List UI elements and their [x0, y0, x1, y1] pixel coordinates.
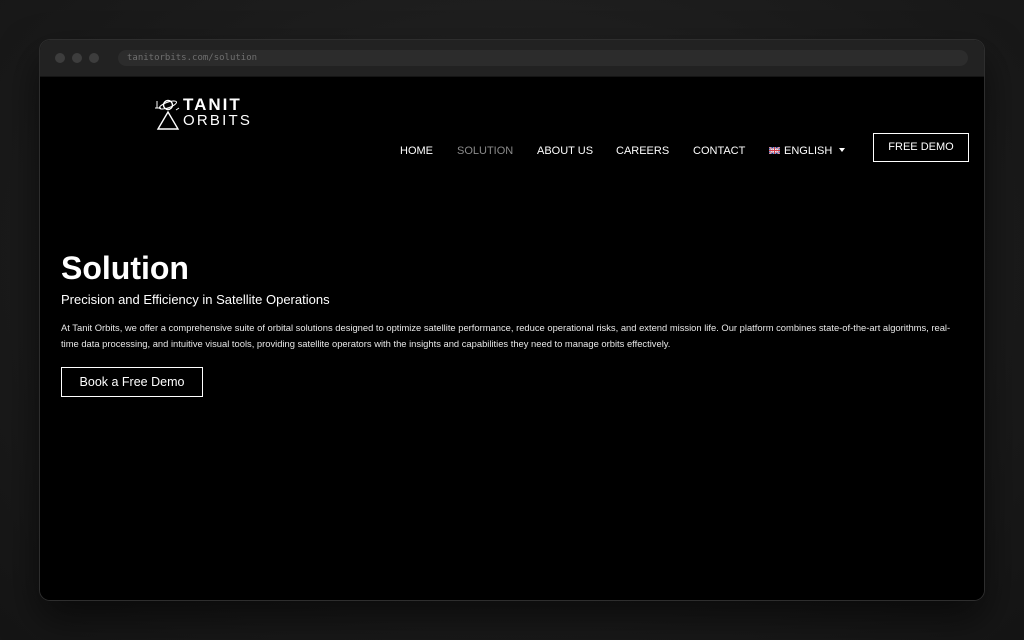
uk-flag-icon	[769, 147, 780, 154]
page-content: TANIT ORBITS HOME SOLUTION ABOUT US CARE…	[40, 77, 984, 600]
browser-titlebar: tanitorbits.com/solution	[40, 40, 984, 77]
nav-home[interactable]: HOME	[400, 144, 433, 158]
minimize-window-dot-icon[interactable]	[72, 53, 82, 63]
nav-careers[interactable]: CAREERS	[616, 144, 669, 158]
satellite-triangle-icon	[155, 99, 180, 130]
close-window-dot-icon[interactable]	[55, 53, 65, 63]
language-selector[interactable]: ENGLISH	[769, 144, 846, 158]
page-title: Solution	[61, 250, 189, 286]
language-label: ENGLISH	[784, 145, 833, 157]
intro-paragraph: At Tanit Orbits, we offer a comprehensiv…	[61, 322, 951, 349]
caret-down-icon	[839, 148, 846, 152]
book-free-demo-button[interactable]: Book a Free Demo	[61, 367, 203, 397]
page-subtitle: Precision and Efficiency in Satellite Op…	[61, 292, 330, 307]
browser-window: tanitorbits.com/solution TANIT ORBITS HO…	[40, 40, 984, 600]
logo-text-orbits: ORBITS	[183, 112, 253, 129]
address-bar[interactable]: tanitorbits.com/solution	[118, 50, 968, 66]
free-demo-button[interactable]: FREE DEMO	[873, 133, 969, 162]
nav-contact[interactable]: CONTACT	[693, 144, 745, 158]
site-logo[interactable]: TANIT ORBITS	[154, 95, 254, 131]
maximize-window-dot-icon[interactable]	[89, 53, 99, 63]
nav-about-us[interactable]: ABOUT US	[537, 144, 593, 158]
nav-solution[interactable]: SOLUTION	[457, 144, 513, 158]
